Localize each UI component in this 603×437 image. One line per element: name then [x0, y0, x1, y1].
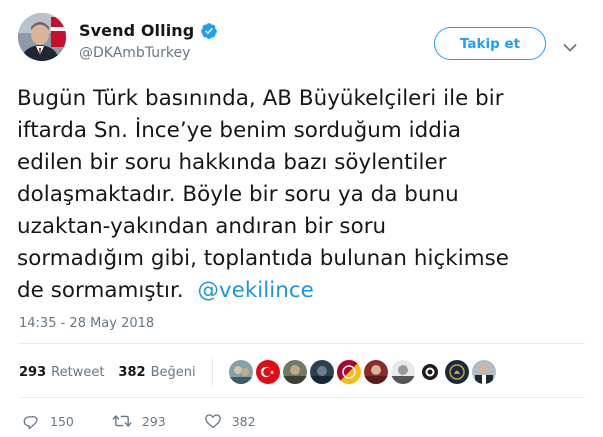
reply-count: 150 — [50, 413, 74, 429]
likes-stat[interactable]: 382 Beğeni — [118, 365, 195, 380]
liker-avatar[interactable] — [282, 360, 307, 384]
timestamp[interactable]: 14:35 - 28 May 2018 — [19, 316, 154, 331]
tweet-text: Bugün Türk basınında, AB Büyükelçileri i… — [17, 83, 595, 307]
stats-row: 293 Retweet 382 Beğeni — [19, 358, 496, 386]
tweet-line: dolaşmaktadır. Böyle bir soru ya da bunu — [17, 182, 459, 207]
mention-link[interactable]: @vekilince — [197, 278, 313, 303]
like-count: 382 — [231, 413, 256, 429]
retweets-count: 293 — [19, 364, 47, 380]
tweet-card: Svend Olling @DKAmbTurkey Takip et Bugün… — [0, 0, 603, 437]
verified-badge-icon — [200, 22, 218, 40]
liker-avatar[interactable] — [471, 360, 496, 384]
name-row: Svend Olling — [79, 21, 218, 40]
tweet-line: Bugün Türk basınında, AB Büyükelçileri i… — [17, 86, 504, 111]
liker-avatars — [228, 360, 496, 384]
heart-icon — [204, 412, 222, 430]
retweet-count: 293 — [141, 413, 166, 429]
retweet-icon — [112, 412, 132, 430]
follow-button[interactable]: Takip et — [434, 27, 546, 60]
tweet-line: edilen bir soru hakkında bazı söylentile… — [17, 150, 447, 175]
divider — [19, 397, 585, 398]
avatar[interactable] — [18, 13, 66, 61]
reply-action[interactable]: 150 — [22, 412, 74, 430]
tweet-line: iftarda Sn. İnce’ye benim sorduğum iddia — [17, 118, 462, 143]
retweets-label: Retweet — [51, 364, 105, 380]
reply-icon — [22, 412, 40, 430]
likes-count: 382 — [118, 364, 146, 380]
tweet-last-text: de sormamıştır. — [17, 278, 184, 303]
retweet-action[interactable]: 293 — [112, 412, 166, 430]
liker-avatar[interactable] — [309, 360, 334, 384]
divider — [19, 343, 585, 344]
chevron-down-icon[interactable] — [563, 38, 577, 52]
liker-avatar[interactable] — [255, 360, 280, 384]
tweet-line-last: de sormamıştır. @vekilince — [17, 275, 595, 307]
likes-label: Beğeni — [150, 364, 196, 380]
liker-avatar[interactable] — [390, 360, 415, 384]
liker-avatar[interactable] — [363, 360, 388, 384]
liker-avatar[interactable] — [336, 360, 361, 384]
tweet-line: sormadığım gibi, toplantıda bulunan hiçk… — [17, 246, 509, 271]
like-action[interactable]: 382 — [204, 412, 256, 430]
action-bar: 150 293 382 — [22, 412, 256, 430]
liker-avatar[interactable] — [417, 360, 442, 384]
display-name[interactable]: Svend Olling — [79, 21, 194, 40]
liker-avatar[interactable] — [444, 360, 469, 384]
tweet-line: uzaktan-yakından andıran bir soru — [17, 214, 387, 239]
handle[interactable]: @DKAmbTurkey — [79, 45, 190, 61]
liker-avatar[interactable] — [228, 360, 253, 384]
retweets-stat[interactable]: 293 Retweet — [19, 365, 104, 380]
stats-separator — [211, 358, 213, 386]
